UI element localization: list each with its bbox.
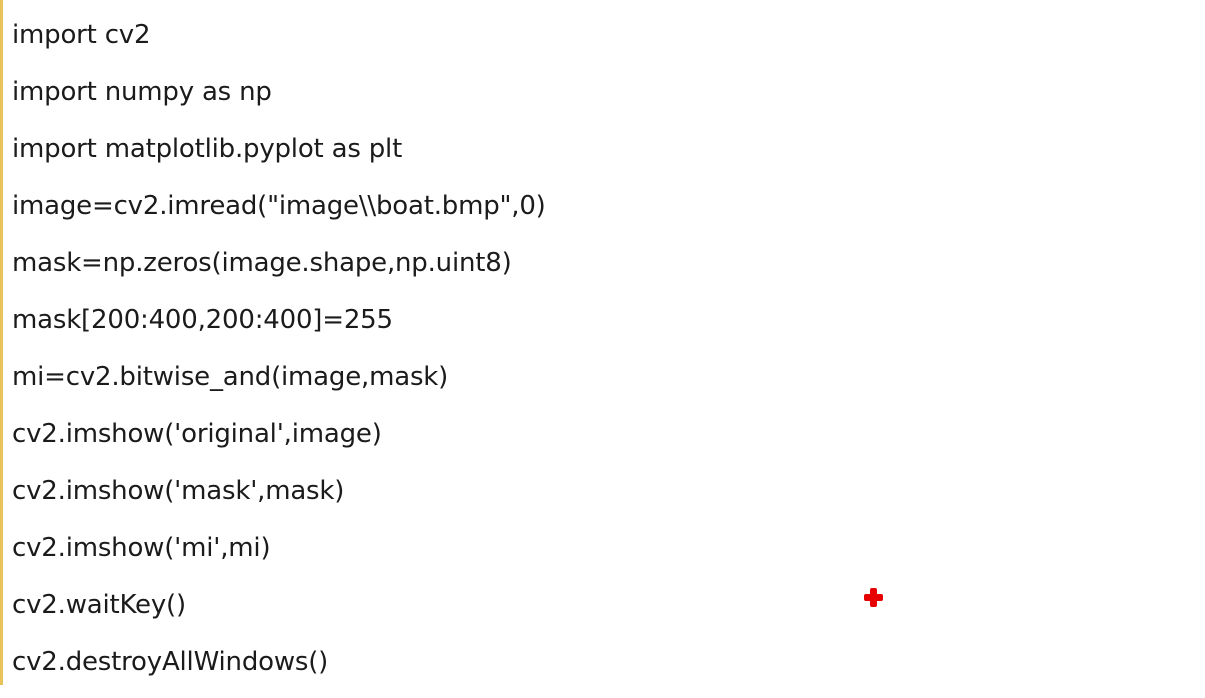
left-edge-accent bbox=[0, 0, 3, 685]
code-line-2: import numpy as np bbox=[12, 77, 272, 107]
code-line-4: image=cv2.imread("image\\boat.bmp",0) bbox=[12, 191, 546, 221]
code-line-10: cv2.imshow('mi',mi) bbox=[12, 533, 271, 563]
code-line-5: mask=np.zeros(image.shape,np.uint8) bbox=[12, 248, 512, 278]
code-line-12: cv2.destroyAllWindows() bbox=[12, 647, 329, 677]
code-line-8: cv2.imshow('original',image) bbox=[12, 419, 382, 449]
code-line-3: import matplotlib.pyplot as plt bbox=[12, 134, 403, 164]
red-cross-cursor-icon bbox=[864, 588, 883, 607]
code-line-9: cv2.imshow('mask',mask) bbox=[12, 476, 345, 506]
code-line-6: mask[200:400,200:400]=255 bbox=[12, 305, 393, 335]
code-line-11: cv2.waitKey() bbox=[12, 590, 186, 620]
code-line-7: mi=cv2.bitwise_and(image,mask) bbox=[12, 362, 449, 392]
code-block: import cv2 import numpy as np import mat… bbox=[12, 14, 1162, 698]
cursor-vertical-bar bbox=[870, 588, 877, 607]
document-page: import cv2 import numpy as np import mat… bbox=[0, 0, 1205, 685]
code-line-1: import cv2 bbox=[12, 20, 151, 50]
